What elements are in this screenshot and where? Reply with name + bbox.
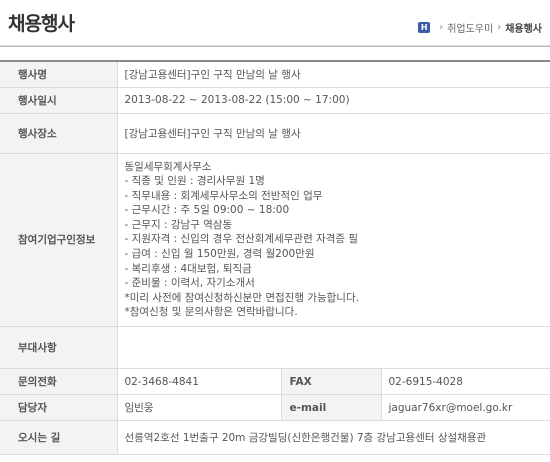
event-name-label: 행사명 <box>0 60 118 88</box>
fax-value: 02-6915-4028 <box>381 368 550 396</box>
breadcrumb-parent[interactable]: 취업도우미 <box>447 20 493 35</box>
event-date-value: 2013-08-22 ~ 2013-08-22 (15:00 ~ 17:00) <box>117 87 550 114</box>
title-divider <box>0 45 550 47</box>
event-date-label: 행사일시 <box>0 87 118 114</box>
company-info-line: - 직무내용 : 회계세무사무소의 전반적인 업무 <box>124 189 323 202</box>
company-info-label: 참여기업구인정보 <box>0 153 118 328</box>
directions-value: 선릉역2호선 1번출구 20m 금강빌딩(신한은행건물) 7층 강남고용센터 상… <box>117 420 550 456</box>
company-info-line: - 근무시간 : 주 5일 09:00 ~ 18:00 <box>124 204 290 217</box>
table-row: 오시는 길 선릉역2호선 1번출구 20m 금강빌딩(신한은행건물) 7층 강남… <box>0 420 550 456</box>
company-info-line: - 급여 : 신입 월 150만원, 경력 월200만원 <box>124 248 315 261</box>
event-place-value: [강남고용센터]구인 구직 만남의 날 행사 <box>117 113 550 154</box>
company-info-value: 동일세무회계사무소 - 직종 및 인원 : 경리사무원 1명 - 직무내용 : 회계… <box>117 153 550 328</box>
table-row: 참여기업구인정보 동일세무회계사무소 - 직종 및 인원 : 경리사무원 1명 - … <box>0 153 550 328</box>
table-row: 행사장소 [강남고용센터]구인 구직 만남의 날 행사 <box>0 113 550 154</box>
email-label: e-mail <box>280 394 382 422</box>
breadcrumb-separator-icon: › <box>439 22 444 33</box>
directions-label: 오시는 길 <box>0 420 118 456</box>
table-row: 담당자 임빈웅 e-mail jaguar76xr@moel.go.kr <box>0 394 550 422</box>
breadcrumb-current: 채용행사 <box>505 24 542 35</box>
company-info-line: 동일세무회계사무소 <box>124 160 212 173</box>
breadcrumb: H › 취업도우미 › 채용행사 <box>418 20 542 35</box>
table-row: 행사일시 2013-08-22 ~ 2013-08-22 (15:00 ~ 17… <box>0 87 550 114</box>
manager-label: 담당자 <box>0 394 118 422</box>
company-info-lines: 동일세무회계사무소 - 직종 및 인원 : 경리사무원 1명 - 직무내용 : 회계… <box>125 154 550 327</box>
company-info-line: - 근무지 : 강남구 역삼동 <box>124 218 233 231</box>
extra-value <box>117 326 550 370</box>
company-info-line: - 복리후생 : 4대보험, 퇴직금 <box>124 262 252 275</box>
home-icon[interactable]: H <box>418 22 431 33</box>
phone-label: 문의전화 <box>0 368 118 396</box>
event-info-table: 행사명 [강남고용센터]구인 구직 만남의 날 행사 행사일시 2013-08-… <box>0 60 550 456</box>
table-row: 행사명 [강남고용센터]구인 구직 만남의 날 행사 <box>0 60 550 88</box>
company-info-line: - 직종 및 인원 : 경리사무원 1명 <box>124 175 265 188</box>
event-place-label: 행사장소 <box>0 113 118 154</box>
phone-value: 02-3468-4841 <box>117 368 281 396</box>
table-row: 문의전화 02-3468-4841 FAX 02-6915-4028 <box>0 368 550 396</box>
table-row: 부대사항 <box>0 326 550 370</box>
manager-value: 임빈웅 <box>117 394 281 422</box>
company-info-line: *참여신청 및 문의사항은 연락바랍니다. <box>124 306 298 319</box>
breadcrumb-separator-icon: › <box>497 22 502 33</box>
event-name-value: [강남고용센터]구인 구직 만남의 날 행사 <box>117 60 550 88</box>
company-info-line: *미리 사전에 참여신청하신분만 면접진행 가능합니다. <box>124 291 359 304</box>
company-info-line: - 준비물 : 이력서, 자기소개서 <box>124 277 255 290</box>
page-title: 채용행사 <box>8 13 75 35</box>
extra-label: 부대사항 <box>0 326 118 370</box>
email-value: jaguar76xr@moel.go.kr <box>381 394 550 422</box>
fax-label: FAX <box>280 368 382 396</box>
company-info-line: - 지원자격 : 신입의 경우 전산회계세무관련 자격증 필 <box>124 233 359 246</box>
